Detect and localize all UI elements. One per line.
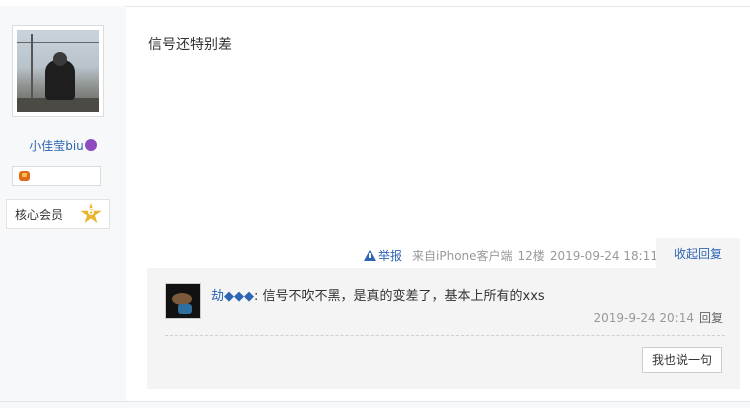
badge-box (12, 166, 101, 186)
report-link[interactable]: 举报 (364, 249, 407, 263)
reply-separator: : (254, 289, 263, 304)
post-content: 信号还特别差 (148, 37, 232, 53)
reply-line: 劫◆◆◆: 信号不吹不黑，是真的变差了，基本上所有的xxs (211, 285, 545, 304)
post-meta: 举报 来自iPhone客户端 12楼 2019-09-24 18:11 (364, 247, 663, 264)
floor-number: 12楼 (517, 249, 545, 263)
reply-divider (165, 335, 725, 336)
post-datetime: 2019-09-24 18:11 (549, 249, 658, 263)
collapse-replies-button[interactable]: 收起回复 (656, 238, 740, 269)
reply-button[interactable]: 回复 (699, 311, 723, 325)
say-something-button[interactable]: 我也说一句 (642, 347, 722, 373)
author-avatar[interactable] (12, 25, 104, 117)
post-source: 来自iPhone客户端 (412, 249, 513, 263)
author-name-link[interactable]: 小佳莹biu (0, 137, 126, 154)
smiling-devil-icon (84, 139, 97, 151)
member-level-box: 核心会员 6 (6, 199, 110, 229)
reply-datetime: 2019-9-24 20:14 (593, 311, 694, 325)
warning-icon (364, 250, 376, 261)
reply-avatar[interactable] (165, 283, 201, 319)
avatar-photo (17, 30, 99, 112)
author-name[interactable]: 小佳莹biu (29, 139, 84, 153)
reply-username[interactable]: 劫◆◆◆ (211, 289, 254, 304)
medal-icon[interactable] (19, 171, 30, 181)
reply-meta: 2019-9-24 20:14 回复 (593, 309, 723, 326)
level-number: 6 (87, 207, 95, 218)
reply-text: 信号不吹不黑，是真的变差了，基本上所有的xxs (262, 289, 545, 304)
member-label: 核心会员 (15, 208, 64, 222)
reply-area: 劫◆◆◆: 信号不吹不黑，是真的变差了，基本上所有的xxs 2019-9-24 … (147, 268, 740, 389)
